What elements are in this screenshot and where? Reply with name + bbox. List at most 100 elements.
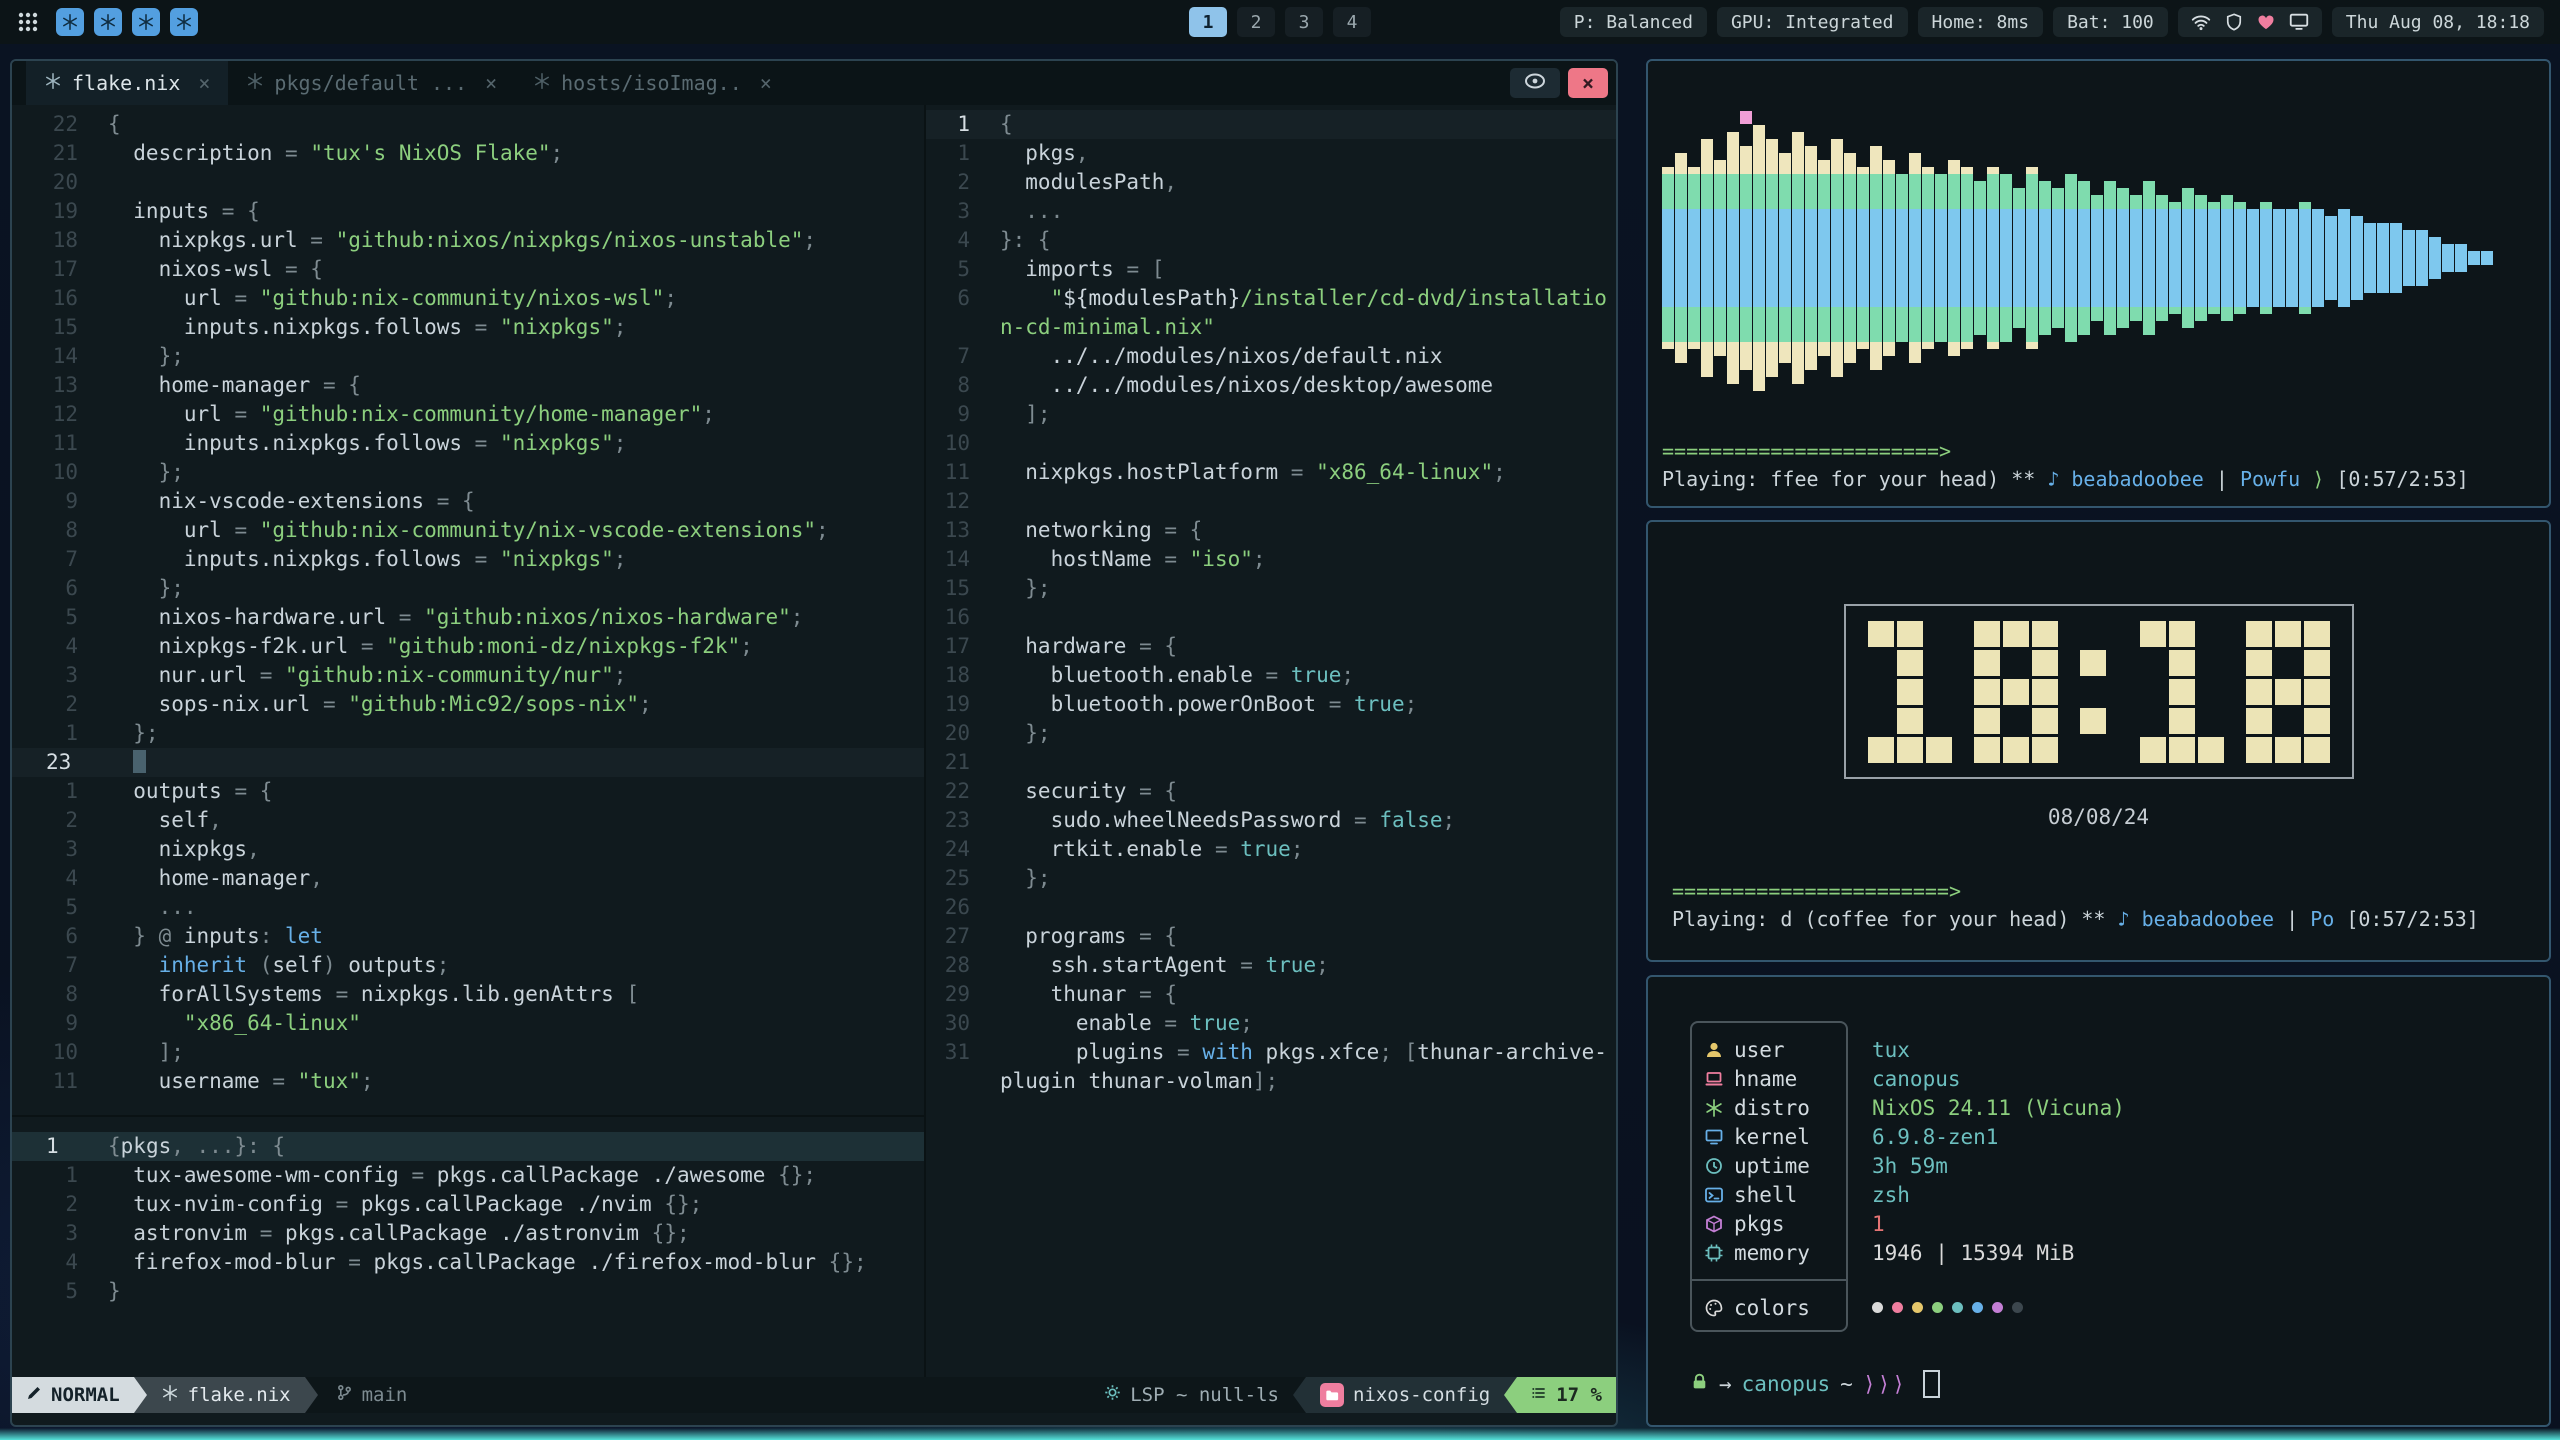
line-number: 6 xyxy=(926,284,970,313)
visualizer-bar xyxy=(2065,77,2078,438)
visualizer-bar xyxy=(2260,77,2273,438)
workspace-switcher: 1234 xyxy=(1189,7,1371,37)
gpu-pill: GPU: Integrated xyxy=(1717,7,1908,37)
nix-snowflake-icon xyxy=(533,71,551,95)
visualizer-bar xyxy=(2026,77,2039,438)
visualizer-terminal[interactable]: =======================> Playing: ffee f… xyxy=(1646,59,2551,508)
shell-prompt[interactable]: → canopus ~ ⟩⟩⟩ xyxy=(1690,1370,2525,1398)
code-line: 9 ]; xyxy=(926,400,1616,429)
visualizer-bar xyxy=(1857,77,1870,438)
visualizer-bar xyxy=(1701,77,1714,438)
visualizer-bar xyxy=(1935,77,1948,438)
dock xyxy=(56,8,198,36)
branch-icon xyxy=(336,1384,353,1406)
fetch-terminal[interactable]: userhnamedistrokerneluptimeshellpkgsmemo… xyxy=(1646,975,2551,1427)
editor-pane-pkgs[interactable]: 1{pkgs, ...}: {1 tux-awesome-wm-config =… xyxy=(12,1117,924,1377)
line-number: 5 xyxy=(12,893,78,922)
workspace-button[interactable]: 3 xyxy=(1285,7,1323,37)
code-line: 20 xyxy=(12,168,924,197)
visualizer-bar xyxy=(2273,77,2286,438)
dock-app-icon[interactable] xyxy=(94,8,122,36)
lsp-status: LSP ~ null-ls xyxy=(1090,1377,1293,1413)
visualizer-bar xyxy=(1792,77,1805,438)
editor-pane-hosts[interactable]: 1{1 pkgs,2 modulesPath,3 ...4}: {5 impor… xyxy=(926,105,1616,1377)
editor-tab[interactable]: hosts/isoImag..× xyxy=(515,61,790,105)
shield-icon[interactable] xyxy=(2224,12,2244,32)
code-line: 9 "x86_64-linux" xyxy=(12,1009,924,1038)
code-line: 19 inputs = { xyxy=(12,197,924,226)
wifi-icon[interactable] xyxy=(2190,11,2212,33)
editor-tab[interactable]: pkgs/default ...× xyxy=(228,61,515,105)
dock-app-icon[interactable] xyxy=(132,8,160,36)
audio-visualizer xyxy=(1662,73,2535,438)
visualizer-bar xyxy=(1870,77,1883,438)
line-number: 3 xyxy=(12,661,78,690)
line-number: 5 xyxy=(12,1277,78,1306)
line-number: 15 xyxy=(926,574,970,603)
visualizer-bar xyxy=(1883,77,1896,438)
code-line: 3 ... xyxy=(926,197,1616,226)
workspace-button[interactable]: 4 xyxy=(1333,7,1371,37)
vim-mode-indicator: NORMAL xyxy=(12,1377,134,1413)
tab-close-icon[interactable]: × xyxy=(198,71,210,95)
fetch-value: canopus xyxy=(1872,1064,2125,1093)
code-line: 1 outputs = { xyxy=(12,777,924,806)
line-number: 2 xyxy=(12,1190,78,1219)
clock-terminal[interactable]: 08/08/24 =======================> Playin… xyxy=(1646,520,2551,962)
fetch-label: kernel xyxy=(1734,1125,1810,1149)
heart-icon[interactable] xyxy=(2256,12,2276,32)
eye-icon xyxy=(1523,73,1547,93)
line-number: 13 xyxy=(926,516,970,545)
dock-app-icon[interactable] xyxy=(56,8,84,36)
tab-close-icon[interactable]: × xyxy=(760,71,772,95)
dock-app-icon[interactable] xyxy=(170,8,198,36)
visualizer-bar xyxy=(1818,77,1831,438)
power-profile-pill: P: Balanced xyxy=(1560,7,1707,37)
visualizer-bar xyxy=(2000,77,2013,438)
editor-window[interactable]: flake.nix×pkgs/default ...×hosts/isoImag… xyxy=(10,59,1618,1427)
display-icon[interactable] xyxy=(2288,11,2310,33)
toggle-button[interactable] xyxy=(1510,68,1560,98)
visualizer-bar xyxy=(1740,77,1753,438)
color-dot xyxy=(1892,1302,1903,1313)
line-number: 14 xyxy=(926,545,970,574)
code-line: 19 bluetooth.powerOnBoot = true; xyxy=(926,690,1616,719)
separator-line: =======================> xyxy=(1662,438,2535,464)
visualizer-bar xyxy=(2481,77,2494,438)
nix-snowflake-icon xyxy=(44,71,62,95)
color-dot xyxy=(1932,1302,1943,1313)
clock-datetime: Thu Aug 08, 18:18 xyxy=(2332,7,2544,37)
line-number: 19 xyxy=(12,197,78,226)
line-number: 9 xyxy=(12,487,78,516)
fetch-value: 1946 | 15394 MiB xyxy=(1872,1238,2125,1267)
list-icon xyxy=(1531,1384,1547,1406)
nix-snowflake-icon xyxy=(161,1384,179,1407)
code-line: 6 }; xyxy=(12,574,924,603)
editor-pane-flake[interactable]: 22{21 description = "tux's NixOS Flake";… xyxy=(12,105,924,1115)
tab-close-icon[interactable]: × xyxy=(485,71,497,95)
fetch-label: colors xyxy=(1734,1296,1810,1320)
visualizer-bar xyxy=(1753,77,1766,438)
fetch-row: shell xyxy=(1692,1180,1846,1209)
visualizer-bar xyxy=(2247,77,2260,438)
visualizer-bar xyxy=(2377,77,2390,438)
visualizer-bar xyxy=(2195,77,2208,438)
git-branch: main xyxy=(318,1377,422,1413)
visualizer-bar xyxy=(1831,77,1844,438)
line-number: 11 xyxy=(926,458,970,487)
fetch-row: pkgs xyxy=(1692,1209,1846,1238)
workspace-button[interactable]: 2 xyxy=(1237,7,1275,37)
fetch-value: zsh xyxy=(1872,1180,2125,1209)
close-window-button[interactable]: × xyxy=(1568,68,1608,98)
visualizer-bar xyxy=(2039,77,2052,438)
line-number: 8 xyxy=(12,980,78,1009)
code-line: 5} xyxy=(12,1277,924,1306)
editor-tab[interactable]: flake.nix× xyxy=(26,61,228,105)
line-number: 1 xyxy=(12,1161,78,1190)
workspace-button[interactable]: 1 xyxy=(1189,7,1227,37)
fetch-label: uptime xyxy=(1734,1154,1810,1178)
line-number: 15 xyxy=(12,313,78,342)
code-line: 1{ xyxy=(926,110,1616,139)
user-icon xyxy=(1704,1040,1724,1060)
launcher-icon[interactable] xyxy=(16,10,40,34)
